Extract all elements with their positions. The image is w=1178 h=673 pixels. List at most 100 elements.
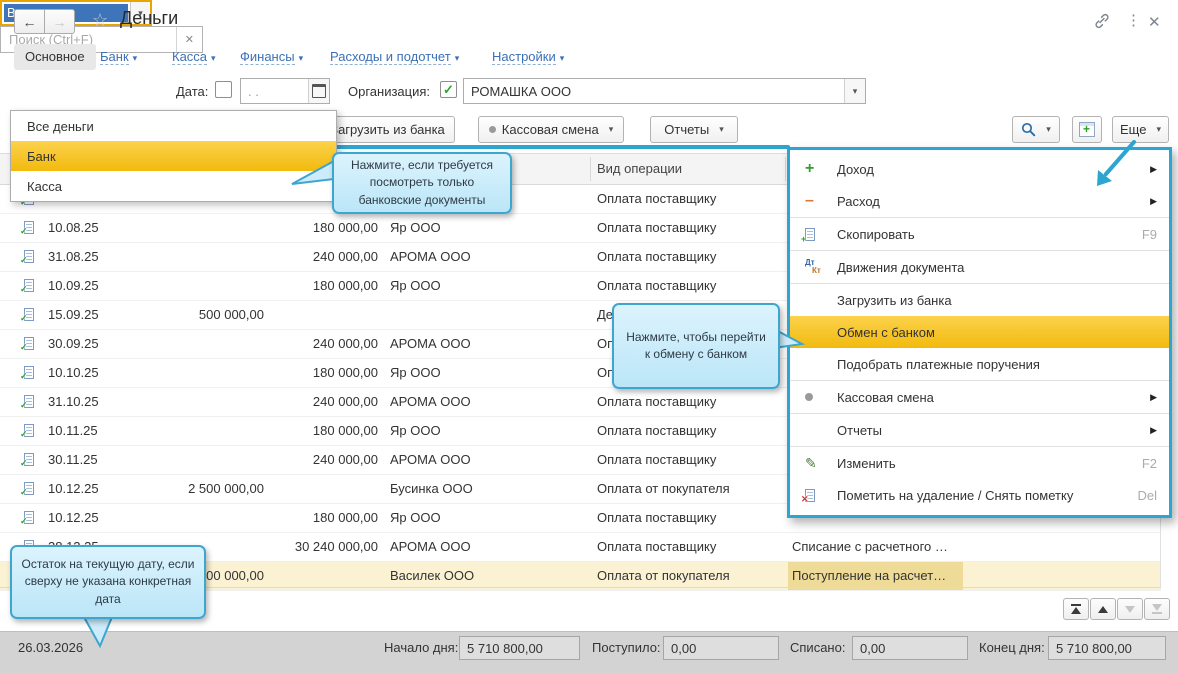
tab-cash[interactable]: Касса ▾ xyxy=(172,44,216,70)
org-filter-checkbox[interactable]: ✓ xyxy=(440,81,457,98)
scroll-down-button[interactable] xyxy=(1117,598,1143,620)
cell-date: 10.10.25 xyxy=(48,365,99,380)
cell-expense: 180 000,00 xyxy=(312,423,378,438)
go-last-button[interactable] xyxy=(1144,598,1170,620)
cell-expense: 180 000,00 xyxy=(312,220,378,235)
received-label: Поступило: xyxy=(592,640,661,655)
calendar-icon[interactable] xyxy=(308,79,329,103)
cell-counterparty: АРОМА ООО xyxy=(390,336,471,351)
cash-shift-button[interactable]: Кассовая смена ▾ xyxy=(478,116,624,143)
cell-date: 30.11.25 xyxy=(48,452,98,467)
dropdown-item[interactable]: Касса xyxy=(11,171,336,201)
menu-item-label: Загрузить из банка xyxy=(837,292,952,308)
chevron-down-icon: ▾ xyxy=(608,124,614,134)
posted-document-icon: ✓ xyxy=(20,279,34,294)
page-title: Деньги xyxy=(120,8,179,28)
pencil-icon: ✎ xyxy=(805,454,817,471)
menu-item[interactable]: Кассовая смена ▶ xyxy=(790,381,1169,413)
tab-main[interactable]: Основное xyxy=(14,44,96,70)
posted-document-icon: ✓ xyxy=(20,250,34,265)
cell-expense: 240 000,00 xyxy=(312,452,378,467)
load-from-bank-button[interactable]: Загрузить из банка xyxy=(320,116,455,143)
written-off-value: 0,00 xyxy=(852,636,968,660)
cell-expense: 240 000,00 xyxy=(312,336,378,351)
cell-operation: Оплата от покупателя xyxy=(597,481,730,496)
menu-item[interactable]: + Скопировать F9 xyxy=(790,218,1169,250)
cell-date: 30.09.25 xyxy=(48,336,99,351)
posted-document-icon: ✓ xyxy=(20,511,34,526)
menu-item-label: Доход xyxy=(837,161,874,177)
cell-document-type: Списание с расчетного … xyxy=(792,539,948,554)
close-icon[interactable]: ✕ xyxy=(1148,13,1161,31)
forward-button[interactable]: → xyxy=(44,9,75,34)
annotation-line xyxy=(330,145,790,149)
day-start-value: 5 710 800,00 xyxy=(459,636,580,660)
tab-settings[interactable]: Настройки ▾ xyxy=(492,44,564,70)
dropdown-item[interactable]: Банк xyxy=(11,141,336,171)
cell-document-type: Поступление на расчет… xyxy=(788,562,963,590)
search-settings-button[interactable]: ▾ xyxy=(1012,116,1060,143)
app-window: ← → ☆ Деньги ⋮ ✕ Основное Банк ▾ Касса ▾ Ф… xyxy=(0,0,1178,673)
shortcut-hint: F2 xyxy=(1141,455,1157,471)
cell-operation: Оплата поставщику xyxy=(597,452,717,467)
menu-item[interactable]: Подобрать платежные поручения xyxy=(790,348,1169,380)
tab-bank[interactable]: Банк ▾ xyxy=(100,44,137,70)
chevron-down-icon: ▾ xyxy=(211,53,216,63)
chevron-down-icon[interactable]: ▾ xyxy=(844,79,865,103)
column-header-operation[interactable]: Вид операции xyxy=(597,154,682,184)
cell-date: 10.08.25 xyxy=(48,220,99,235)
date-input[interactable]: . . xyxy=(240,78,330,104)
cell-expense: 240 000,00 xyxy=(312,249,378,264)
money-dropdown: Все деньги Банк Касса xyxy=(10,110,337,202)
cell-counterparty: Яр ООО xyxy=(390,220,441,235)
cell-expense: 30 240 000,00 xyxy=(294,539,378,554)
menu-item[interactable]: Дт Кт Движения документа xyxy=(790,251,1169,283)
copy-icon: + xyxy=(801,227,815,244)
menu-item[interactable]: ✕ Пометить на удаление / Снять пометку Del xyxy=(790,479,1169,511)
tab-expenses[interactable]: Расходы и подотчет ▾ xyxy=(330,44,459,70)
cell-expense: 240 000,00 xyxy=(312,394,378,409)
cell-income: 500 000,00 xyxy=(198,307,264,322)
chevron-down-icon: ▾ xyxy=(719,124,724,134)
cell-operation: Оплата поставщику xyxy=(597,539,717,554)
cell-counterparty: Яр ООО xyxy=(390,365,441,380)
tooltip-tail-down xyxy=(82,616,114,649)
back-button[interactable]: ← xyxy=(14,9,45,34)
dot-icon xyxy=(805,393,813,401)
received-value: 0,00 xyxy=(663,636,779,660)
menu-item[interactable]: ✎ Изменить F2 xyxy=(790,447,1169,479)
reports-button[interactable]: Отчеты ▾ xyxy=(650,116,738,143)
cell-income: 2 500 000,00 xyxy=(188,481,264,496)
get-link-icon[interactable] xyxy=(1093,13,1111,33)
chevron-down-icon: ▾ xyxy=(132,53,138,63)
favorite-star-icon[interactable]: ☆ xyxy=(92,10,108,31)
scroll-up-button[interactable] xyxy=(1090,598,1116,620)
cell-date: 15.09.25 xyxy=(48,307,99,322)
menu-item-label: Кассовая смена xyxy=(837,389,934,405)
search-icon xyxy=(1022,122,1036,137)
cell-counterparty: АРОМА ООО xyxy=(390,452,471,467)
menu-item[interactable]: Отчеты ▶ xyxy=(790,414,1169,446)
dtkt-icon: Дт Кт xyxy=(805,258,821,275)
posted-document-icon: ✓ xyxy=(20,337,34,352)
submenu-arrow-icon: ▶ xyxy=(1150,424,1157,435)
cell-date: 31.10.25 xyxy=(48,394,99,409)
menu-item[interactable]: Загрузить из банка xyxy=(790,284,1169,316)
kebab-menu-icon[interactable]: ⋮ xyxy=(1126,11,1141,29)
shortcut-hint: Del xyxy=(1137,487,1157,503)
menu-item-label: Движения документа xyxy=(837,259,965,275)
cell-expense: 180 000,00 xyxy=(312,365,378,380)
cell-operation: Оплата поставщику xyxy=(597,249,717,264)
annotation-arrow-icon xyxy=(1097,140,1136,186)
cell-date: 31.08.25 xyxy=(48,249,99,264)
date-filter-checkbox[interactable] xyxy=(215,81,232,98)
go-first-button[interactable] xyxy=(1063,598,1089,620)
cell-operation: Де xyxy=(597,307,614,322)
menu-item[interactable]: Обмен с банком xyxy=(790,316,1169,348)
dropdown-item[interactable]: Все деньги xyxy=(11,111,336,141)
organization-input[interactable]: РОМАШКА ООО ▾ xyxy=(463,78,866,104)
chevron-down-icon: ▾ xyxy=(298,53,304,63)
tab-finance[interactable]: Финансы ▾ xyxy=(240,44,303,70)
cell-operation: Оплата поставщику xyxy=(597,191,717,206)
plus-icon: + xyxy=(805,160,815,177)
